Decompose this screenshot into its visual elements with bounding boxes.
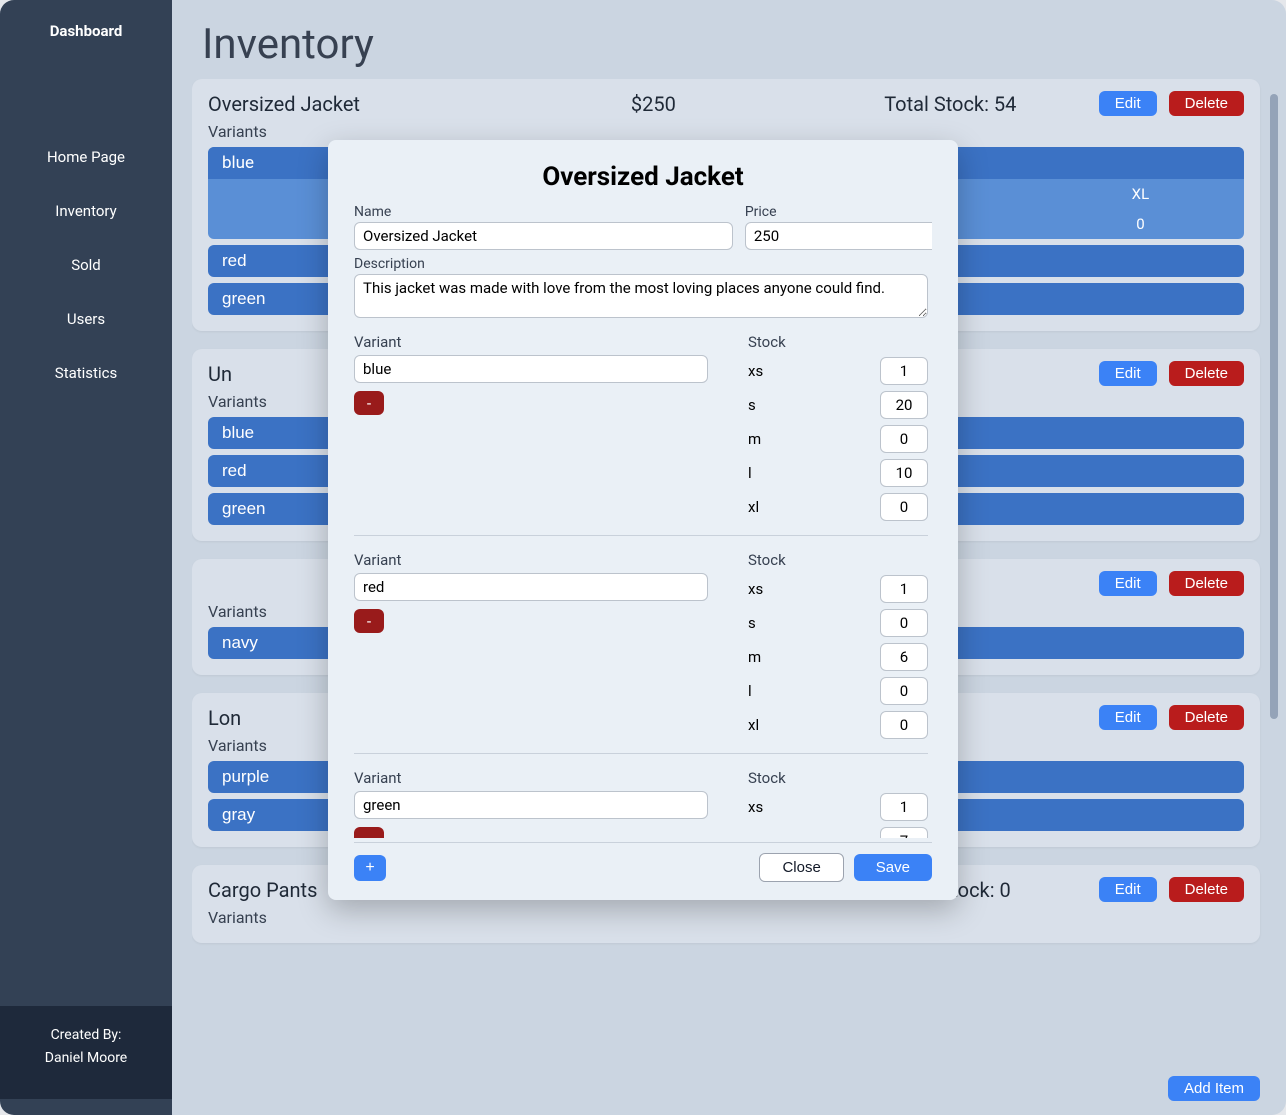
- stock-m-input[interactable]: [880, 425, 928, 453]
- description-input[interactable]: [354, 274, 928, 318]
- modal-backdrop: Oversized Jacket Name Price Description: [0, 0, 1286, 1115]
- modal-body: Name Price Description Variant -: [354, 204, 932, 838]
- size-xs: xs: [748, 580, 763, 598]
- stock-l-input[interactable]: [880, 677, 928, 705]
- stock-label: Stock: [748, 333, 786, 351]
- variant-editor: Variant - Stock xs s m l xl: [354, 536, 928, 754]
- name-input[interactable]: [354, 222, 733, 250]
- stock-s-input[interactable]: [880, 391, 928, 419]
- name-label: Name: [354, 204, 733, 220]
- size-s: s: [748, 832, 756, 838]
- close-button[interactable]: Close: [759, 853, 843, 882]
- edit-item-modal: Oversized Jacket Name Price Description: [328, 140, 958, 900]
- stock-m-input[interactable]: [880, 643, 928, 671]
- stock-xl-input[interactable]: [880, 711, 928, 739]
- modal-title: Oversized Jacket: [354, 162, 932, 192]
- stock-xs-input[interactable]: [880, 793, 928, 821]
- variant-name-input[interactable]: [354, 355, 708, 383]
- size-s: s: [748, 614, 756, 632]
- size-xl: xl: [748, 498, 759, 516]
- stock-l-input[interactable]: [880, 459, 928, 487]
- remove-variant-button[interactable]: -: [354, 391, 384, 415]
- stock-xs-input[interactable]: [880, 575, 928, 603]
- price-label: Price: [745, 204, 932, 220]
- size-xs: xs: [748, 362, 763, 380]
- description-label: Description: [354, 256, 928, 272]
- size-m: m: [748, 430, 761, 448]
- size-m: m: [748, 648, 761, 666]
- variant-label: Variant: [354, 769, 401, 787]
- size-xl: xl: [748, 716, 759, 734]
- add-variant-button[interactable]: +: [354, 855, 386, 881]
- variant-name-input[interactable]: [354, 573, 708, 601]
- size-s: s: [748, 396, 756, 414]
- stock-label: Stock: [748, 551, 786, 569]
- size-xs: xs: [748, 798, 763, 816]
- remove-variant-button[interactable]: -: [354, 609, 384, 633]
- modal-footer: + Close Save: [354, 842, 932, 882]
- remove-variant-button[interactable]: -: [354, 827, 384, 838]
- variant-editor: Variant - Stock xs s m l xl: [354, 318, 928, 536]
- save-button[interactable]: Save: [854, 854, 932, 881]
- variant-editor: Variant - Stock xs s: [354, 754, 928, 838]
- stock-s-input[interactable]: [880, 827, 928, 838]
- variant-name-input[interactable]: [354, 791, 708, 819]
- stock-s-input[interactable]: [880, 609, 928, 637]
- price-input[interactable]: [745, 222, 932, 250]
- size-l: l: [748, 464, 752, 482]
- size-l: l: [748, 682, 752, 700]
- variant-label: Variant: [354, 551, 401, 569]
- stock-xs-input[interactable]: [880, 357, 928, 385]
- variant-label: Variant: [354, 333, 401, 351]
- stock-label: Stock: [748, 769, 786, 787]
- stock-xl-input[interactable]: [880, 493, 928, 521]
